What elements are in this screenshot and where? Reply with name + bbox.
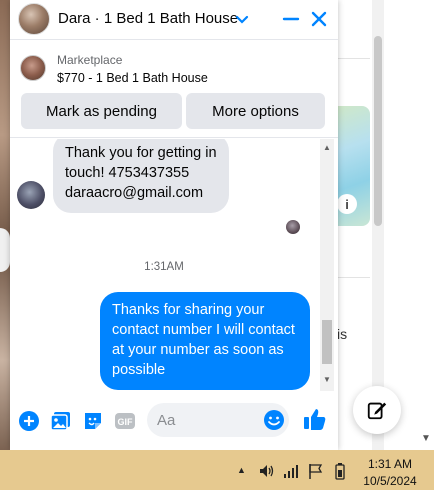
battery-icon[interactable]: [331, 462, 349, 480]
flag-icon[interactable]: [306, 462, 324, 480]
new-message-button[interactable]: [353, 386, 401, 434]
svg-text:GIF: GIF: [118, 417, 134, 427]
listing-source: Marketplace: [57, 53, 123, 67]
chat-title[interactable]: Dara · 1 Bed 1 Bath House: [58, 10, 238, 27]
background-listing-photo: [0, 0, 10, 450]
outgoing-message-bubble[interactable]: Thanks for sharing your contact number I…: [100, 292, 310, 390]
chevron-down-icon[interactable]: [234, 9, 250, 29]
seen-indicator-avatar: [286, 220, 300, 234]
chat-window: Dara · 1 Bed 1 Bath House Marketplace $7…: [10, 0, 338, 450]
taskbar-clock-date[interactable]: 10/5/2024: [358, 474, 422, 488]
message-timestamp: 1:31AM: [144, 261, 184, 273]
sender-avatar[interactable]: [17, 181, 45, 209]
map-info-icon[interactable]: i: [337, 194, 357, 214]
background-divider: [338, 277, 370, 278]
emoji-icon[interactable]: [263, 409, 285, 431]
sticker-icon[interactable]: [82, 410, 104, 432]
close-icon[interactable]: [308, 8, 330, 30]
page-scrollbar[interactable]: [418, 0, 434, 450]
message-scrollbar-thumb[interactable]: [322, 320, 332, 364]
background-text-fragment: is: [337, 326, 348, 342]
message-composer: GIF: [10, 392, 338, 450]
scroll-up-icon[interactable]: ▲: [323, 143, 331, 152]
background-scrollbar-thumb[interactable]: [374, 36, 382, 226]
message-input-box[interactable]: [147, 403, 289, 437]
gif-icon[interactable]: GIF: [114, 410, 136, 432]
show-hidden-icons-chevron[interactable]: ▲: [237, 465, 246, 475]
mark-as-pending-button[interactable]: Mark as pending: [21, 93, 182, 129]
background-carousel-arrow[interactable]: [0, 228, 10, 272]
chat-header[interactable]: Dara · 1 Bed 1 Bath House: [10, 0, 338, 40]
listing-thumbnail[interactable]: [20, 55, 46, 81]
more-options-button[interactable]: More options: [186, 93, 325, 129]
marketplace-listing-card: Marketplace $770 - 1 Bed 1 Bath House Ma…: [10, 44, 338, 138]
message-list: Thank you for getting in touch! 47534373…: [10, 139, 338, 391]
plus-circle-icon[interactable]: [18, 410, 40, 432]
taskbar-clock-time[interactable]: 1:31 AM: [360, 457, 420, 471]
taskbar: ▲ 1:31 AM 10/5/2024: [0, 450, 434, 490]
message-input[interactable]: [157, 410, 257, 430]
listing-title[interactable]: $770 - 1 Bed 1 Bath House: [57, 71, 208, 85]
incoming-message-bubble[interactable]: Thank you for getting in touch! 47534373…: [53, 139, 229, 213]
compose-icon: [367, 402, 387, 420]
scroll-down-icon[interactable]: ▼: [323, 375, 331, 384]
contact-avatar[interactable]: [18, 3, 50, 35]
network-icon[interactable]: [282, 462, 300, 480]
background-divider: [338, 58, 370, 59]
page-scroll-down-icon[interactable]: ▼: [421, 433, 431, 444]
photo-icon[interactable]: [50, 410, 72, 432]
minimize-icon[interactable]: [280, 8, 302, 30]
volume-icon[interactable]: [258, 462, 276, 480]
thumbs-up-icon[interactable]: [302, 406, 328, 432]
